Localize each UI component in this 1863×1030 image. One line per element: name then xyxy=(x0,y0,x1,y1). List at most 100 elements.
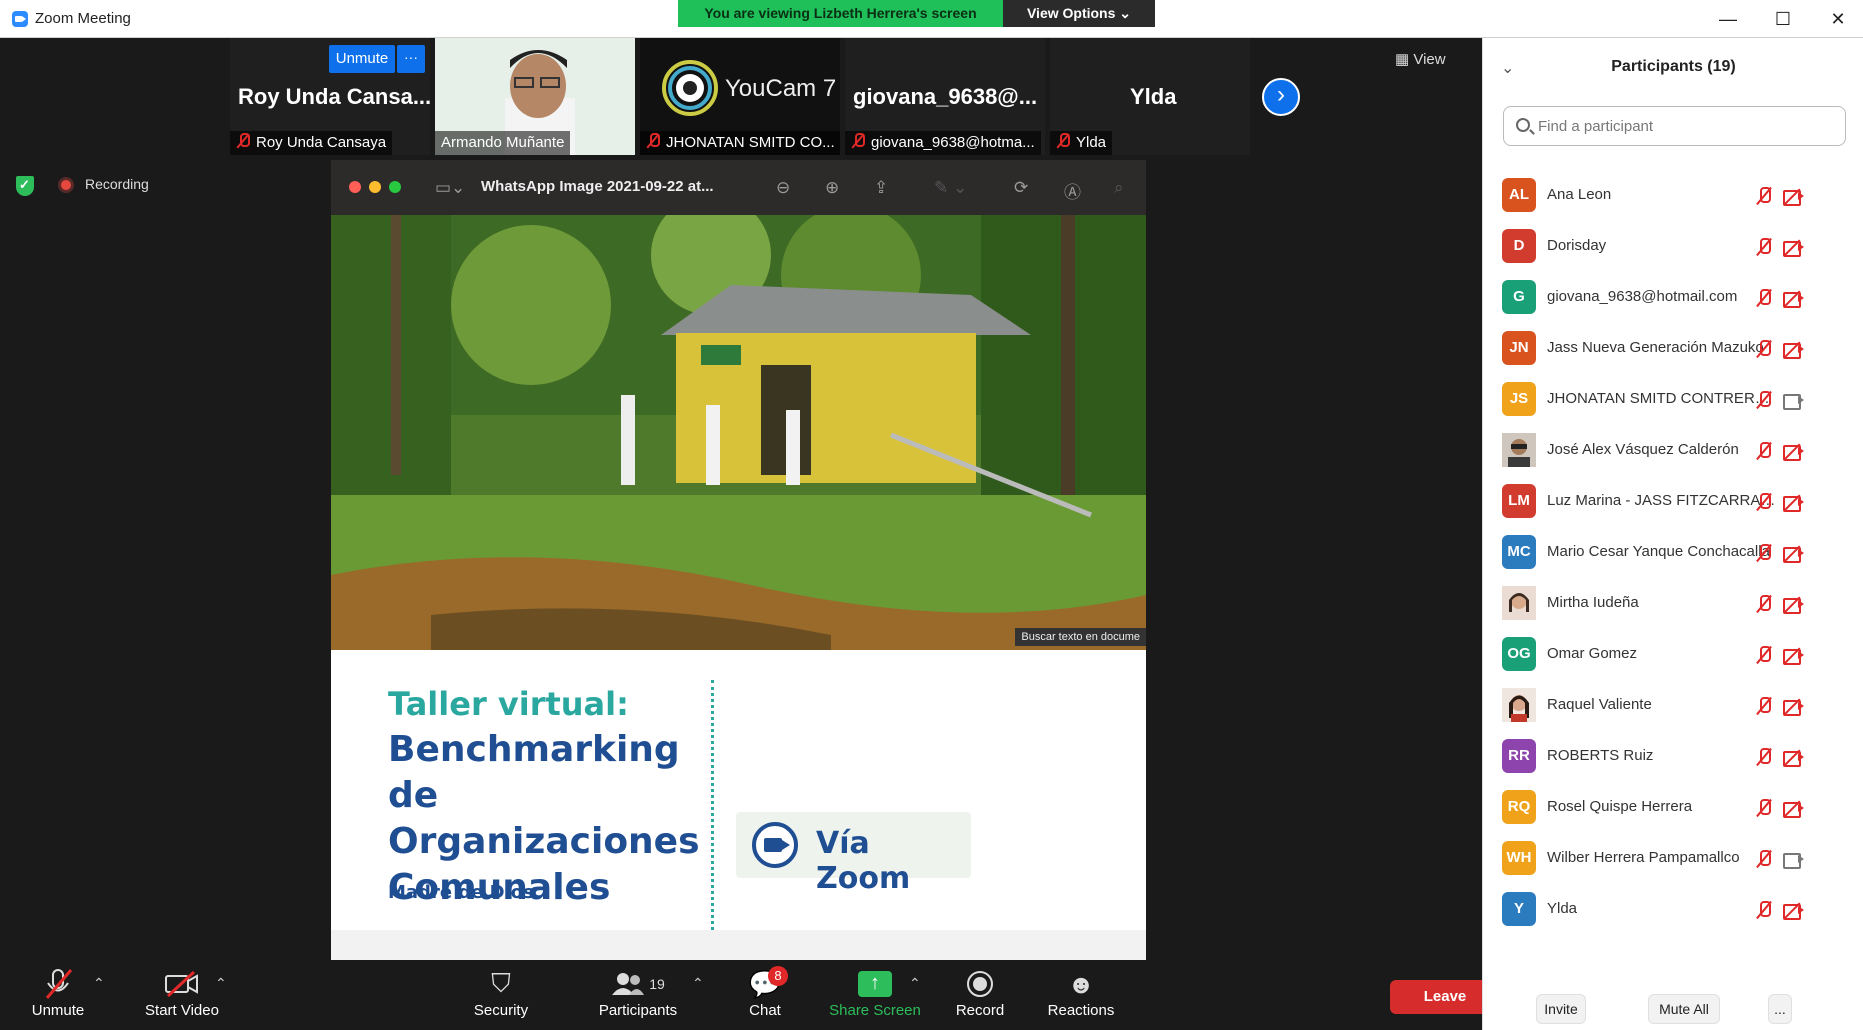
chat-unread-badge: 8 xyxy=(768,966,788,986)
participant-row[interactable]: WH Wilber Herrera Pampamallco xyxy=(1483,835,1863,886)
avatar xyxy=(1502,688,1536,722)
video-off-icon[interactable] xyxy=(1783,596,1805,614)
participant-name: ROBERTS Ruiz xyxy=(1547,747,1654,764)
video-options-caret[interactable]: ⌃ xyxy=(215,975,227,992)
grid-icon: ▦ xyxy=(1395,51,1410,68)
avatar: JN xyxy=(1502,331,1536,365)
record-button[interactable]: Record xyxy=(950,966,1010,1019)
mic-muted-icon[interactable] xyxy=(1755,849,1773,869)
mic-muted-icon[interactable] xyxy=(1755,339,1773,359)
video-off-icon[interactable] xyxy=(1783,494,1805,512)
mic-muted-icon[interactable] xyxy=(1755,594,1773,614)
video-off-icon[interactable] xyxy=(1783,341,1805,359)
slide-content: Taller virtual: Benchmarking de Organiza… xyxy=(331,650,1146,960)
mic-muted-icon[interactable] xyxy=(1755,798,1773,818)
mic-muted-icon[interactable] xyxy=(1755,390,1773,410)
find-text-hint: Buscar texto en docume xyxy=(1015,628,1146,646)
avatar: D xyxy=(1502,229,1536,263)
participant-row[interactable]: G giovana_9638@hotmail.com xyxy=(1483,274,1863,325)
participant-row[interactable]: JN Jass Nueva Generación Mazuko xyxy=(1483,325,1863,376)
window-title: Zoom Meeting xyxy=(35,10,131,27)
unmute-button[interactable]: Unmute xyxy=(20,966,96,1019)
mic-muted-icon xyxy=(236,133,250,149)
video-off-icon[interactable] xyxy=(1783,443,1805,461)
more-options-button[interactable]: ... xyxy=(1768,994,1792,1024)
participant-row[interactable]: Raquel Valiente xyxy=(1483,682,1863,733)
participant-row[interactable]: D Dorisday xyxy=(1483,223,1863,274)
participant-search-input[interactable] xyxy=(1538,115,1828,137)
smiley-add-icon: ☻ xyxy=(1067,968,1095,999)
start-video-button[interactable]: Start Video xyxy=(132,966,232,1019)
tile-name-label: Armando Muñante xyxy=(435,131,571,155)
video-on-icon[interactable] xyxy=(1783,392,1805,410)
mic-muted-icon[interactable] xyxy=(1755,441,1773,461)
mic-muted-icon[interactable] xyxy=(1755,288,1773,308)
mic-muted-icon[interactable] xyxy=(1755,543,1773,563)
shared-screen[interactable]: ▭⌄ WhatsApp Image 2021-09-22 at... ⊖ ⊕ ⇪… xyxy=(331,160,1146,960)
share-icon: ⇪ xyxy=(874,178,889,197)
video-off-icon[interactable] xyxy=(1783,800,1805,818)
participants-options-caret[interactable]: ⌃ xyxy=(692,975,704,992)
video-tile[interactable]: YouCam 7 JHONATAN SMITD CO... xyxy=(640,38,840,155)
audio-options-caret[interactable]: ⌃ xyxy=(93,975,105,992)
minimize-button[interactable]: — xyxy=(1708,6,1748,32)
maximize-button[interactable]: ☐ xyxy=(1763,6,1803,32)
participants-button[interactable]: 19 Participants xyxy=(588,966,688,1019)
slide-subtitle: Taller virtual: xyxy=(388,685,629,723)
participant-row[interactable]: LM Luz Marina - JASS FITZCARRALD xyxy=(1483,478,1863,529)
mic-muted-icon[interactable] xyxy=(1755,696,1773,716)
participant-row[interactable]: Mirtha Iudeña xyxy=(1483,580,1863,631)
encryption-shield-icon[interactable] xyxy=(16,176,34,196)
video-on-icon[interactable] xyxy=(1783,851,1805,869)
avatar: OG xyxy=(1502,637,1536,671)
participant-row[interactable]: RR ROBERTS Ruiz xyxy=(1483,733,1863,784)
mic-muted-icon[interactable] xyxy=(1755,237,1773,257)
participant-row[interactable]: RQ Rosel Quispe Herrera xyxy=(1483,784,1863,835)
avatar: Y xyxy=(1502,892,1536,926)
video-off-icon[interactable] xyxy=(1783,698,1805,716)
mic-muted-icon[interactable] xyxy=(1755,186,1773,206)
video-tile[interactable]: Armando Muñante xyxy=(435,38,635,155)
tile-unmute-button[interactable]: Unmute xyxy=(329,45,395,73)
video-off-icon[interactable] xyxy=(1783,290,1805,308)
video-tile[interactable]: Ylda Ylda xyxy=(1050,38,1250,155)
video-off-icon[interactable] xyxy=(1783,239,1805,257)
video-off-icon[interactable] xyxy=(1783,188,1805,206)
video-off-icon[interactable] xyxy=(1783,647,1805,665)
video-off-icon[interactable] xyxy=(1783,545,1805,563)
participant-name: Raquel Valiente xyxy=(1547,696,1652,713)
view-button[interactable]: ▦ View xyxy=(1395,50,1446,68)
video-off-icon[interactable] xyxy=(1783,749,1805,767)
security-button[interactable]: ⛉ Security xyxy=(466,966,536,1019)
participant-row[interactable]: OG Omar Gomez xyxy=(1483,631,1863,682)
mic-muted-icon[interactable] xyxy=(1755,747,1773,767)
share-screen-button[interactable]: ↑ Share Screen xyxy=(825,966,925,1019)
participant-search[interactable] xyxy=(1503,106,1846,146)
mic-muted-icon[interactable] xyxy=(1755,645,1773,665)
close-button[interactable]: ✕ xyxy=(1818,6,1858,32)
reactions-button[interactable]: ☻ Reactions xyxy=(1043,966,1119,1020)
share-options-caret[interactable]: ⌃ xyxy=(909,975,921,992)
tile-more-button[interactable]: ··· xyxy=(397,45,425,73)
participant-name: Jass Nueva Generación Mazuko xyxy=(1547,339,1764,356)
video-tile[interactable]: giovana_9638@... giovana_9638@hotma... xyxy=(845,38,1045,155)
invite-button[interactable]: Invite xyxy=(1536,994,1586,1024)
zoom-in-icon: ⊕ xyxy=(825,178,840,197)
mic-muted-icon[interactable] xyxy=(1755,492,1773,512)
mic-muted-icon[interactable] xyxy=(1755,900,1773,920)
preview-window-titlebar: ▭⌄ WhatsApp Image 2021-09-22 at... ⊖ ⊕ ⇪… xyxy=(331,160,1146,215)
mute-all-button[interactable]: Mute All xyxy=(1648,994,1720,1024)
participants-panel-title: Participants (19) xyxy=(1611,58,1736,75)
record-icon xyxy=(950,966,1010,1002)
chevron-right-icon[interactable]: › xyxy=(1262,78,1300,116)
participant-name: Mario Cesar Yanque Conchacalla xyxy=(1547,543,1770,560)
video-off-icon[interactable] xyxy=(1783,902,1805,920)
participant-row[interactable]: AL Ana Leon xyxy=(1483,172,1863,223)
reactions-label: Reactions xyxy=(1047,1002,1115,1019)
participant-row[interactable]: Y Ylda xyxy=(1483,886,1863,937)
mac-minimize-dot xyxy=(369,181,381,193)
participant-row[interactable]: MC Mario Cesar Yanque Conchacalla xyxy=(1483,529,1863,580)
participant-row[interactable]: José Alex Vásquez Calderón xyxy=(1483,427,1863,478)
participant-row[interactable]: JS JHONATAN SMITD CONTRERAS ... xyxy=(1483,376,1863,427)
view-options-button[interactable]: View Options ⌄ xyxy=(1003,0,1155,27)
